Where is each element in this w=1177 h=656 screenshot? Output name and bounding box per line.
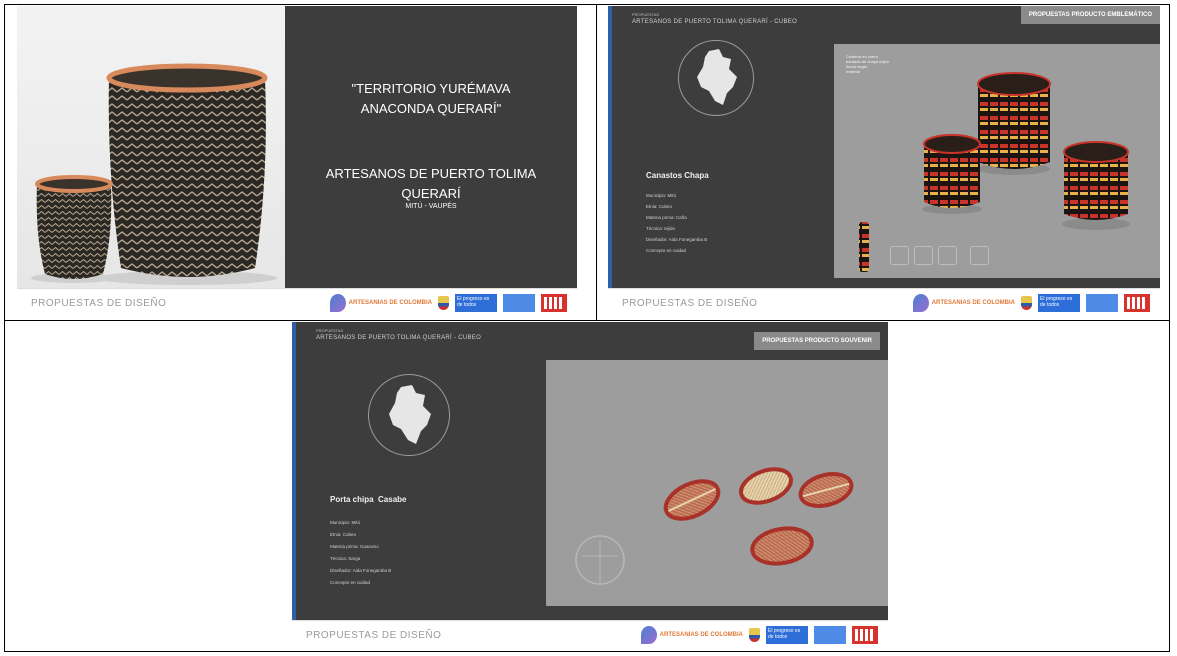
table-border-left	[4, 4, 5, 652]
ministry-logo	[814, 626, 846, 644]
artesanias-logo: ARTESANIAS DE COLOMBIA	[912, 294, 1015, 312]
header-main: ARTESANOS DE PUERTO TOLIMA QUERARÍ - CUB…	[316, 335, 482, 341]
basket-photo: ·	[17, 6, 285, 288]
accent-strip	[608, 6, 612, 288]
product-spec: Municipio: Mitú	[330, 520, 361, 525]
footer-label: PROPUESTAS DE DISEÑO	[622, 298, 758, 309]
slide-main-title: "TERRITORIO YURÉMAVA ANACONDA QUERARÍ"	[351, 81, 511, 116]
pattern-logo-icon	[852, 626, 878, 644]
table-border-middle	[4, 320, 1170, 321]
artesanias-swirl-icon	[329, 294, 346, 312]
variant-thumbnail	[970, 246, 989, 265]
stacked-baskets-thumbnail	[856, 218, 872, 276]
table-border-divider	[596, 4, 597, 321]
artesanias-logo: ARTESANIAS DE COLOMBIA	[640, 626, 743, 644]
slide-footer: PROPUESTAS DE DISEÑO ARTESANIAS DE COLOM…	[17, 288, 577, 318]
product-spec: Técnica: tejido	[646, 226, 676, 231]
artesanias-logo: ARTESANIAS DE COLOMBIA	[329, 294, 432, 312]
product-spec: Diseñador: Aida Fonegamba B	[646, 237, 708, 242]
ministry-logo	[1086, 294, 1118, 312]
artesanias-swirl-icon	[912, 294, 929, 312]
government-logo: El progreso es de todos	[455, 294, 497, 312]
document-page: · "TERRITORIO YURÉMAVA ANACONDA QUERARÍ"…	[0, 0, 1177, 656]
government-logo: El progreso es de todos	[766, 626, 808, 644]
variant-thumbnail	[914, 246, 933, 265]
variant-thumbnail	[890, 246, 909, 265]
footer-label: PROPUESTAS DE DISEÑO	[306, 630, 442, 641]
slide-emblematic: PROPUESTAS ARTESANOS DE PUERTO TOLIMA QU…	[608, 6, 1160, 318]
header-main: ARTESANOS DE PUERTO TOLIMA QUERARÍ - CUB…	[632, 19, 798, 25]
colombia-shield-icon	[1021, 296, 1032, 310]
product-title: Canastos Chapa	[646, 171, 709, 180]
table-border-right	[1169, 4, 1170, 652]
accent-strip	[292, 322, 296, 620]
ministry-logo	[503, 294, 535, 312]
product-title: Porta chipa Casabe	[330, 495, 407, 504]
colombia-map-circle	[368, 374, 450, 456]
colombia-shield-icon	[438, 296, 449, 310]
footer-label: PROPUESTAS DE DISEÑO	[31, 298, 167, 309]
product-spec: Materia prima: Caña	[646, 215, 687, 220]
table-border-top	[4, 4, 1170, 5]
slide-title: · "TERRITORIO YURÉMAVA ANACONDA QUERARÍ"…	[17, 6, 577, 318]
slide-place: MITÚ - VAUPÉS	[405, 203, 457, 210]
table-border-bottom	[4, 651, 1170, 652]
header-small: PROPUESTAS	[632, 12, 660, 17]
category-tag: PROPUESTAS PRODUCTO SOUVENIR	[754, 332, 880, 350]
logo-strip: ARTESANIAS DE COLOMBIA El progreso es de…	[640, 626, 878, 644]
title-panel: "TERRITORIO YURÉMAVA ANACONDA QUERARÍ" A…	[285, 6, 577, 288]
artesanias-swirl-icon	[640, 626, 657, 644]
photo-credit: ·	[276, 280, 277, 284]
pattern-logo-icon	[541, 294, 567, 312]
government-logo: El progreso es de todos	[1038, 294, 1080, 312]
product-spec: Etnia: Cubeo	[646, 204, 673, 209]
product-spec: Materia prima: Guarumo	[330, 544, 379, 549]
header-small: PROPUESTAS	[316, 328, 344, 333]
colombia-map-icon	[389, 385, 431, 444]
product-spec: Concepto en cuidad	[330, 580, 371, 585]
product-spec: Diseñador: Aida Fonegamba B	[330, 568, 392, 573]
pattern-logo-icon	[1124, 294, 1150, 312]
product-spec: Concepto en cuidad	[646, 248, 687, 253]
product-spec: Etnia: Cubeo	[330, 532, 357, 537]
slide-footer: PROPUESTAS DE DISEÑO ARTESANIAS DE COLOM…	[608, 288, 1160, 318]
product-render-area	[546, 360, 888, 606]
colombia-map-icon	[697, 49, 737, 105]
product-spec: Técnica: Sarga	[330, 556, 361, 561]
trays-render	[575, 467, 854, 585]
slide-souvenir: PROPUESTAS ARTESANOS DE PUERTO TOLIMA QU…	[292, 322, 888, 650]
logo-strip: ARTESANIAS DE COLOMBIA El progreso es de…	[329, 294, 567, 312]
woven-baskets-image	[31, 63, 277, 285]
category-tag: PROPUESTAS PRODUCTO EMBLEMÁTICO	[1020, 6, 1160, 24]
product-spec: Municipio: Mitú	[646, 193, 677, 198]
colombia-map-circle	[678, 40, 754, 116]
render-annotation: Cestería en cuero bordado de chapa tejid…	[846, 54, 889, 74]
slide-subtitle: ARTESANOS DE PUERTO TOLIMA QUERARÍ	[325, 166, 537, 201]
logo-strip: ARTESANIAS DE COLOMBIA El progreso es de…	[912, 294, 1150, 312]
product-render-area: Cestería en cuero bordado de chapa tejid…	[834, 44, 1160, 278]
colombia-shield-icon	[749, 628, 760, 642]
banded-baskets-render	[922, 72, 1130, 230]
slide-footer: PROPUESTAS DE DISEÑO ARTESANIAS DE COLOM…	[292, 620, 888, 650]
variant-thumbnail	[938, 246, 957, 265]
